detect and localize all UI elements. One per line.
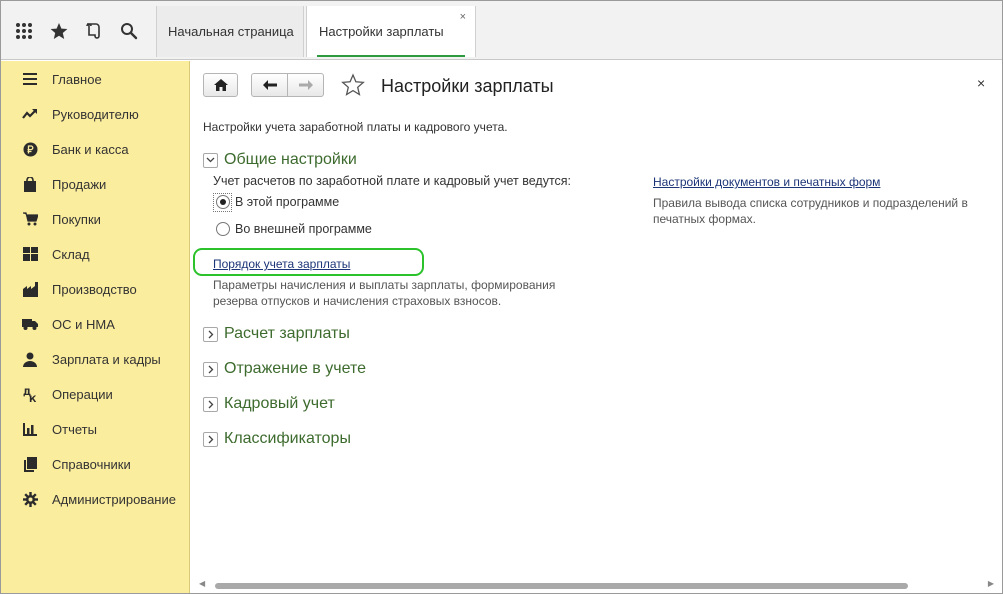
bag-icon <box>22 176 38 192</box>
sidebar-item-label: Банк и касса <box>52 141 129 157</box>
active-tab-indicator <box>317 55 465 57</box>
home-button[interactable] <box>203 73 238 97</box>
group-title: Классификаторы <box>224 430 351 447</box>
radio-button-unchecked[interactable] <box>215 222 230 236</box>
top-toolbar <box>1 1 153 60</box>
sidebar-item-purchases[interactable]: Покупки <box>1 205 190 233</box>
arrow-right-icon <box>298 80 313 90</box>
radio-button-checked[interactable] <box>215 195 230 209</box>
sidebar-item-label: Покупки <box>52 211 101 227</box>
books-icon <box>22 456 38 472</box>
accounting-mode-label: Учет расчетов по заработной плате и кадр… <box>213 174 572 188</box>
group-title: Кадровый учет <box>224 395 335 412</box>
arrow-left-icon <box>262 80 277 90</box>
sidebar-item-directories[interactable]: Справочники <box>1 450 190 478</box>
bar-chart-icon <box>22 421 38 437</box>
group-title: Расчет зарплаты <box>224 325 350 342</box>
sidebar-item-operations[interactable]: ДК Операции <box>1 380 190 408</box>
sidebar-item-label: Зарплата и кадры <box>52 351 161 367</box>
chevron-right-icon <box>203 431 218 447</box>
apps-grid-icon[interactable] <box>13 19 35 43</box>
scrollbar-thumb[interactable] <box>215 583 908 589</box>
tab-home-page[interactable]: Начальная страница <box>156 6 304 57</box>
home-icon <box>213 79 228 91</box>
scroll-right-icon[interactable]: ▶ <box>988 579 994 588</box>
scroll-left-icon[interactable]: ◀ <box>199 579 205 588</box>
sidebar-item-fixed-assets[interactable]: ОС и НМА <box>1 310 190 338</box>
sidebar-item-reports[interactable]: Отчеты <box>1 415 190 443</box>
form-close-icon[interactable]: × <box>977 75 985 91</box>
group-hr-records[interactable]: Кадровый учет <box>203 393 335 415</box>
sidebar-item-label: Руководителю <box>52 106 139 122</box>
back-button[interactable] <box>251 73 288 97</box>
sidebar-item-label: Операции <box>52 386 113 402</box>
group-payroll-calculation[interactable]: Расчет зарплаты <box>203 323 350 345</box>
truck-icon <box>22 316 38 332</box>
sidebar: Главное Руководителю Банк и касса Продаж… <box>1 61 190 593</box>
star-icon[interactable] <box>48 19 70 43</box>
cart-icon <box>22 211 38 227</box>
group-general-settings[interactable]: Общие настройки <box>203 149 357 171</box>
tab-close-icon[interactable]: × <box>460 12 466 23</box>
tab-payroll-settings-label: Настройки зарплаты <box>319 24 444 39</box>
sidebar-item-label: Продажи <box>52 176 107 192</box>
warehouse-icon <box>22 246 38 262</box>
tab-payroll-settings[interactable]: Настройки зарплаты × <box>306 6 476 57</box>
payroll-procedure-link[interactable]: Порядок учета зарплаты <box>213 257 350 271</box>
radio-external-program[interactable]: Во внешней программе <box>213 218 372 240</box>
person-icon <box>22 351 38 367</box>
tab-home-page-label: Начальная страница <box>168 24 294 39</box>
sidebar-item-sales[interactable]: Продажи <box>1 170 190 198</box>
favorite-star-icon[interactable] <box>341 73 365 97</box>
factory-icon <box>22 281 38 297</box>
sidebar-item-label: Администрирование <box>52 491 176 507</box>
horizontal-scrollbar[interactable]: ◀ ▶ <box>199 579 994 591</box>
sidebar-item-production[interactable]: Производство <box>1 275 190 303</box>
group-title: Общие настройки <box>224 151 357 168</box>
group-accounting-reflection[interactable]: Отражение в учете <box>203 358 366 380</box>
menu-icon <box>22 71 38 87</box>
svg-text:К: К <box>29 395 37 402</box>
sidebar-item-label: Склад <box>52 246 90 262</box>
radio-this-program[interactable]: В этой программе <box>213 191 339 213</box>
radio-label: В этой программе <box>235 195 340 209</box>
chevron-down-icon <box>203 152 218 168</box>
sidebar-item-warehouse[interactable]: Склад <box>1 240 190 268</box>
ruble-icon <box>22 141 38 157</box>
page-title: Настройки зарплаты <box>381 76 554 96</box>
document-settings-hint: Правила вывода списка сотрудников и подр… <box>653 196 968 226</box>
radio-label: Во внешней программе <box>235 222 372 236</box>
group-classifiers[interactable]: Классификаторы <box>203 428 351 450</box>
chevron-right-icon <box>203 326 218 342</box>
document-settings-link[interactable]: Настройки документов и печатных форм <box>653 175 880 189</box>
sidebar-item-label: Справочники <box>52 456 131 472</box>
sidebar-item-main[interactable]: Главное <box>1 65 190 93</box>
chevron-right-icon <box>203 361 218 377</box>
app-window: Начальная страница Настройки зарплаты × … <box>0 0 1003 594</box>
sidebar-item-administration[interactable]: Администрирование <box>1 485 190 513</box>
sidebar-item-label: Отчеты <box>52 421 97 437</box>
payroll-procedure-hint: Параметры начисления и выплаты зарплаты,… <box>213 278 556 308</box>
top-bar: Начальная страница Настройки зарплаты × <box>1 1 1002 60</box>
gear-icon <box>22 491 38 507</box>
form-area: Настройки зарплаты × Настройки учета зар… <box>191 61 1002 593</box>
trend-icon <box>22 106 38 122</box>
chevron-right-icon <box>203 396 218 412</box>
sidebar-item-label: ОС и НМА <box>52 316 115 332</box>
history-icon[interactable] <box>83 19 105 43</box>
forward-button[interactable] <box>287 73 324 97</box>
sidebar-item-manager[interactable]: Руководителю <box>1 100 190 128</box>
operations-icon: ДК <box>22 386 38 402</box>
search-icon[interactable] <box>118 19 140 43</box>
group-title: Отражение в учете <box>224 360 366 377</box>
sidebar-item-salary-hr[interactable]: Зарплата и кадры <box>1 345 190 373</box>
form-description: Настройки учета заработной платы и кадро… <box>203 120 508 134</box>
sidebar-item-label: Главное <box>52 71 102 87</box>
sidebar-item-label: Производство <box>52 281 137 297</box>
sidebar-item-bank[interactable]: Банк и касса <box>1 135 190 163</box>
